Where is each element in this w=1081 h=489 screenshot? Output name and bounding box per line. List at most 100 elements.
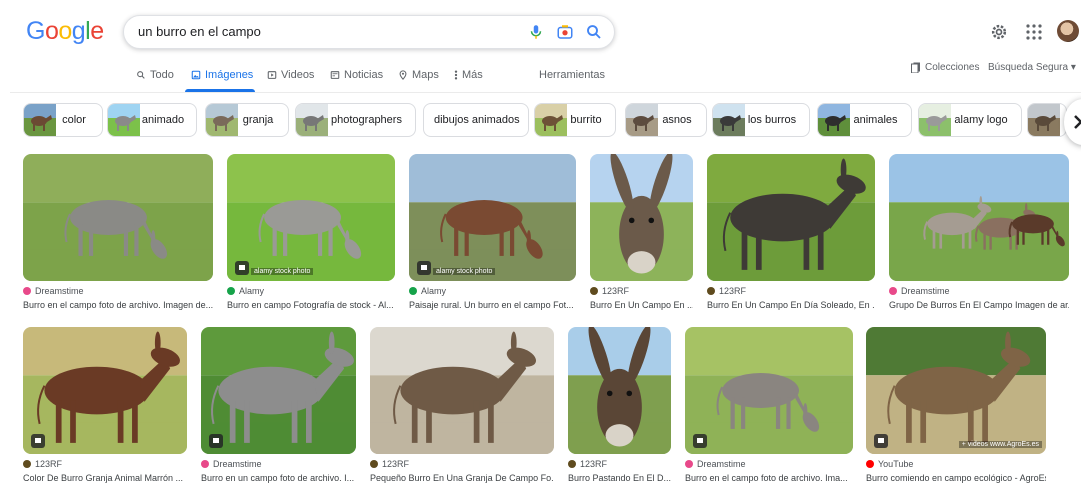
result-thumbnail[interactable] [590,154,693,281]
safesearch-dropdown[interactable]: Búsqueda Segura ▾ [988,62,1076,73]
chevron-right-icon [1074,115,1081,129]
source-favicon-icon [685,460,693,468]
search-input[interactable]: un burro en el campo [138,24,261,39]
result-caption[interactable]: Burro en el campo foto de archivo. Ima..… [685,473,853,483]
chip-burrito[interactable]: burrito [534,103,616,137]
result-caption[interactable]: Color De Burro Granja Animal Marrón ... [23,473,187,483]
news-icon [330,71,340,79]
video-badge-icon [874,434,888,448]
result-source[interactable]: 123RF [23,459,62,469]
chip-color[interactable]: color [23,103,103,137]
tab-videos[interactable]: Videos [267,69,314,81]
result-caption[interactable]: Burro En Un Campo En ... [590,300,693,310]
tab-label: Más [462,69,483,81]
search-icon[interactable] [585,23,603,41]
result-source[interactable]: Alamy [227,286,264,296]
source-name: 123RF [580,459,608,469]
result-caption[interactable]: Burro comiendo en campo ecológico - Agro… [866,473,1046,483]
result-thumbnail[interactable]: alamy stock photo [227,154,395,281]
tab-noticias[interactable]: Noticias [330,69,383,81]
google-logo[interactable]: Google [26,17,104,46]
source-name: 123RF [35,459,63,469]
source-name: 123RF [719,286,747,296]
chip-label: photographers [331,114,402,126]
result-thumbnail[interactable]: + videos www.AgroEs.es [866,327,1046,454]
result-caption[interactable]: Pequeño Burro En Una Granja De Campo Fo.… [370,473,554,483]
tab-todo[interactable]: Todo [136,69,174,81]
result-source[interactable]: Dreamstime [889,286,950,296]
result-thumbnail[interactable] [685,327,853,454]
result-thumbnail[interactable] [23,327,187,454]
result-caption[interactable]: Grupo De Burros En El Campo Imagen de ar… [889,300,1069,310]
source-name: 123RF [602,286,630,296]
chip-animales[interactable]: animales [817,103,912,137]
chip-photographers[interactable]: photographers [295,103,416,137]
logo-letter: o [44,17,59,45]
result-source[interactable]: Dreamstime [23,286,84,296]
result-caption[interactable]: Burro en campo Fotografía de stock - Al.… [227,300,395,310]
apps-grid-icon[interactable] [1026,24,1042,40]
chip-los-burros[interactable]: los burros [712,103,810,137]
result-source[interactable]: 123RF [590,286,629,296]
result-source[interactable]: 123RF [707,286,746,296]
result-thumbnail[interactable] [201,327,356,454]
result-thumbnail[interactable] [370,327,554,454]
source-name: Dreamstime [35,286,84,296]
result-thumbnail[interactable] [707,154,875,281]
result-caption[interactable]: Burro en un campo foto de archivo. I... [201,473,356,483]
tab-label: Noticias [344,69,384,81]
search-box[interactable]: un burro en el campo [123,15,615,49]
result-caption[interactable]: Burro En Un Campo En Día Soleado, En ... [707,300,875,310]
tab-label: Imágenes [205,69,254,81]
result-source[interactable]: 123RF [568,459,607,469]
result-caption[interactable]: Paisaje rural. Un burro en el campo Fot.… [409,300,576,310]
source-favicon-icon [866,460,874,468]
source-favicon-icon [568,460,576,468]
tools-button[interactable]: Herramientas [539,69,605,81]
chip-animado[interactable]: animado [107,103,197,137]
chip-dibujos-animados[interactable]: dibujos animados [423,103,529,137]
result-source[interactable]: Dreamstime [685,459,746,469]
account-avatar[interactable] [1057,20,1079,42]
source-favicon-icon [889,287,897,295]
chips-next-button[interactable] [1064,99,1081,145]
result-thumbnail[interactable]: alamy stock photo [409,154,576,281]
source-name: Alamy [421,286,447,296]
result-source[interactable]: Alamy [409,286,446,296]
chip-label: dibujos animados [434,114,520,126]
tab-label: Todo [150,69,174,81]
safesearch-label: Búsqueda Segura [988,62,1069,73]
collections-button[interactable]: Colecciones [911,62,979,73]
image-badge-icon [235,261,249,275]
chip-thumbnail [535,104,567,136]
chip-asnos[interactable]: asnos [625,103,707,137]
result-thumbnail[interactable] [568,327,671,454]
image-badge-icon [693,434,707,448]
chip-thumbnail [296,104,328,136]
chip-more[interactable] [1027,103,1067,137]
chip-thumbnail [108,104,140,136]
chip-thumbnail [818,104,850,136]
tab-maps[interactable]: Maps [398,69,439,81]
result-caption[interactable]: Burro en el campo foto de archivo. Image… [23,300,213,310]
result-caption[interactable]: Burro Pastando En El D... [568,473,671,483]
camera-lens-icon[interactable] [556,23,574,41]
more-vert-icon [454,70,458,80]
tab-mas[interactable]: Más [454,69,483,81]
source-favicon-icon [370,460,378,468]
bookmark-stack-icon [911,62,920,73]
microphone-icon[interactable] [527,23,545,41]
chip-alamy-logo[interactable]: alamy logo [918,103,1022,137]
result-thumbnail[interactable] [889,154,1069,281]
tab-imagenes[interactable]: Imágenes [191,69,253,81]
result-source[interactable]: Dreamstime [201,459,262,469]
result-source[interactable]: YouTube [866,459,913,469]
chip-thumbnail [626,104,658,136]
result-thumbnail[interactable] [23,154,213,281]
tab-label: Maps [412,69,439,81]
chip-granja[interactable]: granja [205,103,289,137]
chip-label: burrito [570,114,602,126]
result-source[interactable]: 123RF [370,459,409,469]
chip-label: los burros [747,114,797,126]
settings-gear-icon[interactable] [989,22,1009,42]
